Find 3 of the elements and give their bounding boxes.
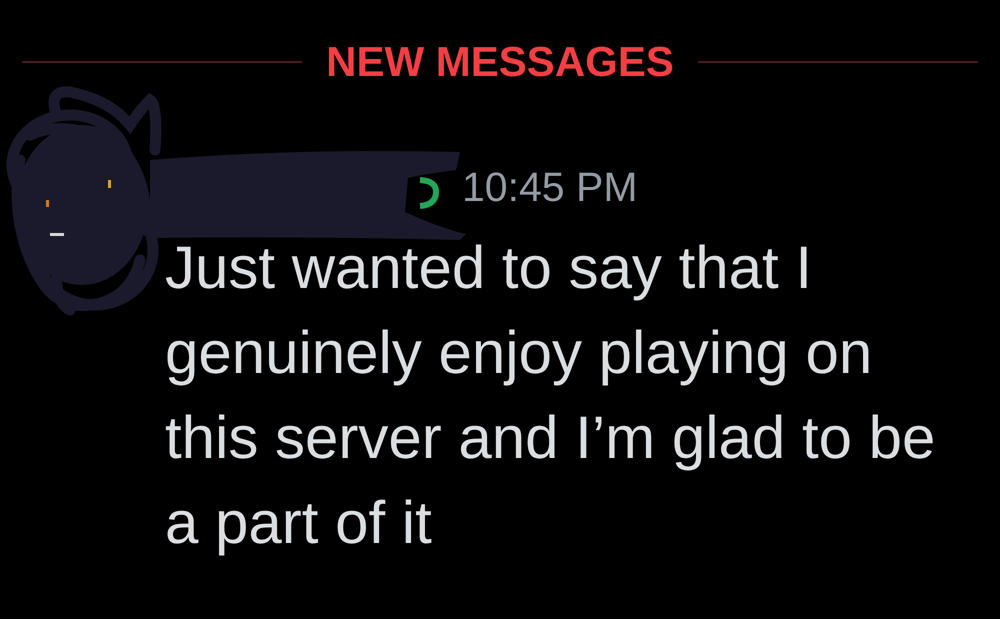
new-messages-label: NEW MESSAGES [326, 41, 674, 83]
message-text: Just wanted to say that I genuinely enjoy playing on this server and I’m glad to be a part of it [165, 233, 936, 558]
message-timestamp: 10:45 PM [462, 167, 638, 208]
